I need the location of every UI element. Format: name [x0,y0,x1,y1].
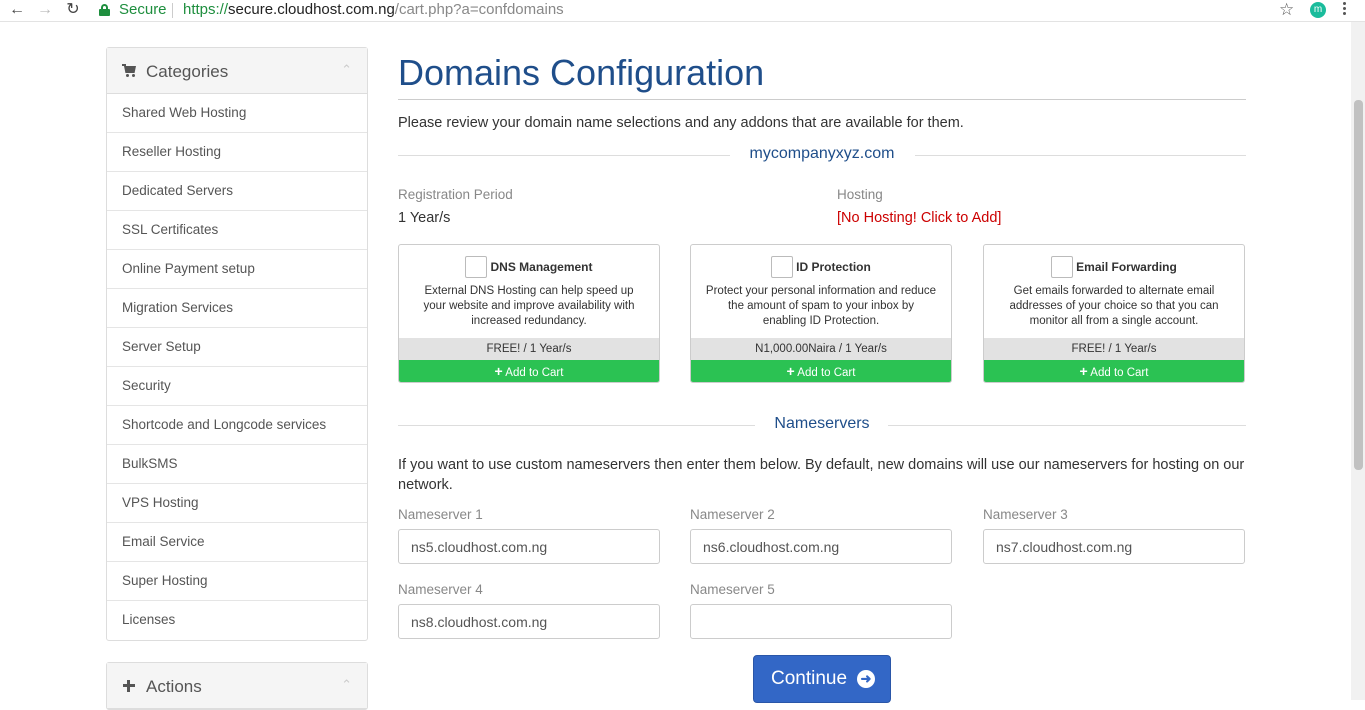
registration-period-value: 1 Year/s [398,210,451,226]
addon-title: DNS Management [490,260,593,274]
nameserver-3-label: Nameserver 3 [983,507,1068,522]
add-id-protection-button[interactable]: + Add to Cart [691,360,951,382]
sidebar: Categories ⌃ Shared Web Hosting Reseller… [106,47,368,710]
sidebar-item-bulksms[interactable]: BulkSMS [107,445,367,484]
intro-text: Please review your domain name selection… [398,115,964,131]
scrollbar-thumb[interactable] [1354,100,1363,470]
actions-header[interactable]: Actions ⌃ [107,663,367,709]
plus-icon: + [786,363,795,379]
categories-header[interactable]: Categories ⌃ [107,48,367,94]
hosting-label: Hosting [837,187,883,202]
registration-period-label: Registration Period [398,187,513,202]
nameserver-5-label: Nameserver 5 [690,582,775,597]
cart-icon [122,64,138,78]
sidebar-item-online-payment-setup[interactable]: Online Payment setup [107,250,367,289]
url-protocol: https:// [183,1,229,18]
nameserver-2-input[interactable] [690,529,952,564]
nameserver-5-input[interactable] [690,604,952,639]
profile-avatar[interactable]: m [1310,2,1326,18]
sidebar-item-email-service[interactable]: Email Service [107,523,367,562]
email-forwarding-checkbox[interactable] [1051,256,1074,278]
title-divider [398,99,1246,100]
page-scrollbar[interactable] [1351,22,1365,700]
addon-price: N1,000.00Naira / 1 Year/s [691,338,951,360]
sidebar-item-shared-web-hosting[interactable]: Shared Web Hosting [107,94,367,133]
sidebar-item-security[interactable]: Security [107,367,367,406]
sidebar-item-server-setup[interactable]: Server Setup [107,328,367,367]
nameserver-4-input[interactable] [398,604,660,639]
addon-description: Protect your personal information and re… [705,285,937,327]
id-protection-checkbox[interactable] [771,256,794,278]
lock-icon [99,4,110,16]
domain-heading: mycompanyxyz.com [398,145,1246,165]
add-hosting-link[interactable]: [No Hosting! Click to Add] [837,210,1001,226]
add-to-cart-label: Add to Cart [505,367,564,379]
url-path: /cart.php?a=confdomains [394,1,564,18]
addon-title: Email Forwarding [1076,260,1177,274]
arrow-right-circle-icon: ➜ [857,670,875,688]
addon-id-protection: ID Protection Protect your personal info… [690,244,952,383]
nameserver-1-label: Nameserver 1 [398,507,483,522]
add-dns-management-button[interactable]: + Add to Cart [399,360,659,382]
plus-icon: + [494,363,503,379]
addon-title: ID Protection [796,260,871,274]
reload-icon[interactable]: ↻ [62,0,84,22]
sidebar-item-vps-hosting[interactable]: VPS Hosting [107,484,367,523]
sidebar-item-dedicated-servers[interactable]: Dedicated Servers [107,172,367,211]
actions-title: Actions [146,677,202,696]
nameserver-4-label: Nameserver 4 [398,582,483,597]
dns-management-checkbox[interactable] [465,256,488,278]
back-arrow-icon[interactable]: ← [6,0,28,22]
addon-dns-management: DNS Management External DNS Hosting can … [398,244,660,383]
sidebar-item-super-hosting[interactable]: Super Hosting [107,562,367,601]
add-to-cart-label: Add to Cart [1090,367,1149,379]
continue-label: Continue [771,668,848,689]
addon-description: External DNS Hosting can help speed up y… [423,285,635,327]
categories-panel: Categories ⌃ Shared Web Hosting Reseller… [106,47,368,641]
chevron-up-icon[interactable]: ⌃ [341,677,352,693]
plus-icon: + [1079,363,1088,379]
main-content: Domains Configuration Please review your… [398,47,1246,703]
addon-price: FREE! / 1 Year/s [399,338,659,360]
nameservers-heading: Nameservers [398,415,1246,435]
domain-name: mycompanyxyz.com [749,145,895,162]
forward-arrow-icon[interactable]: → [34,0,56,22]
page-title: Domains Configuration [398,52,765,93]
addon-price: FREE! / 1 Year/s [984,338,1244,360]
addon-email-forwarding: Email Forwarding Get emails forwarded to… [983,244,1245,383]
chevron-up-icon[interactable]: ⌃ [341,62,352,78]
sidebar-item-migration-services[interactable]: Migration Services [107,289,367,328]
url-separator [172,3,173,18]
sidebar-item-licenses[interactable]: Licenses [107,601,367,640]
plus-icon [122,679,138,693]
browser-toolbar: ← → ↻ Secure https://secure.cloudhost.co… [0,0,1365,22]
address-bar[interactable]: https://secure.cloudhost.com.ng/cart.php… [183,1,564,18]
continue-button[interactable]: Continue ➜ [753,655,891,703]
nameserver-3-input[interactable] [983,529,1245,564]
browser-menu-icon[interactable] [1343,2,1347,17]
nameservers-intro: If you want to use custom nameservers th… [398,457,1245,493]
nameserver-2-label: Nameserver 2 [690,507,775,522]
secure-label: Secure [119,1,167,18]
addon-description: Get emails forwarded to alternate email … [1009,285,1219,327]
nameserver-1-input[interactable] [398,529,660,564]
add-to-cart-label: Add to Cart [797,367,856,379]
sidebar-item-ssl-certificates[interactable]: SSL Certificates [107,211,367,250]
actions-panel: Actions ⌃ [106,662,368,710]
sidebar-item-reseller-hosting[interactable]: Reseller Hosting [107,133,367,172]
sidebar-item-shortcode-longcode[interactable]: Shortcode and Longcode services [107,406,367,445]
url-host: secure.cloudhost.com.ng [228,1,395,18]
nameservers-title: Nameservers [774,415,870,432]
add-email-forwarding-button[interactable]: + Add to Cart [984,360,1244,382]
categories-title: Categories [146,62,229,81]
bookmark-star-icon[interactable]: ☆ [1279,0,1294,20]
